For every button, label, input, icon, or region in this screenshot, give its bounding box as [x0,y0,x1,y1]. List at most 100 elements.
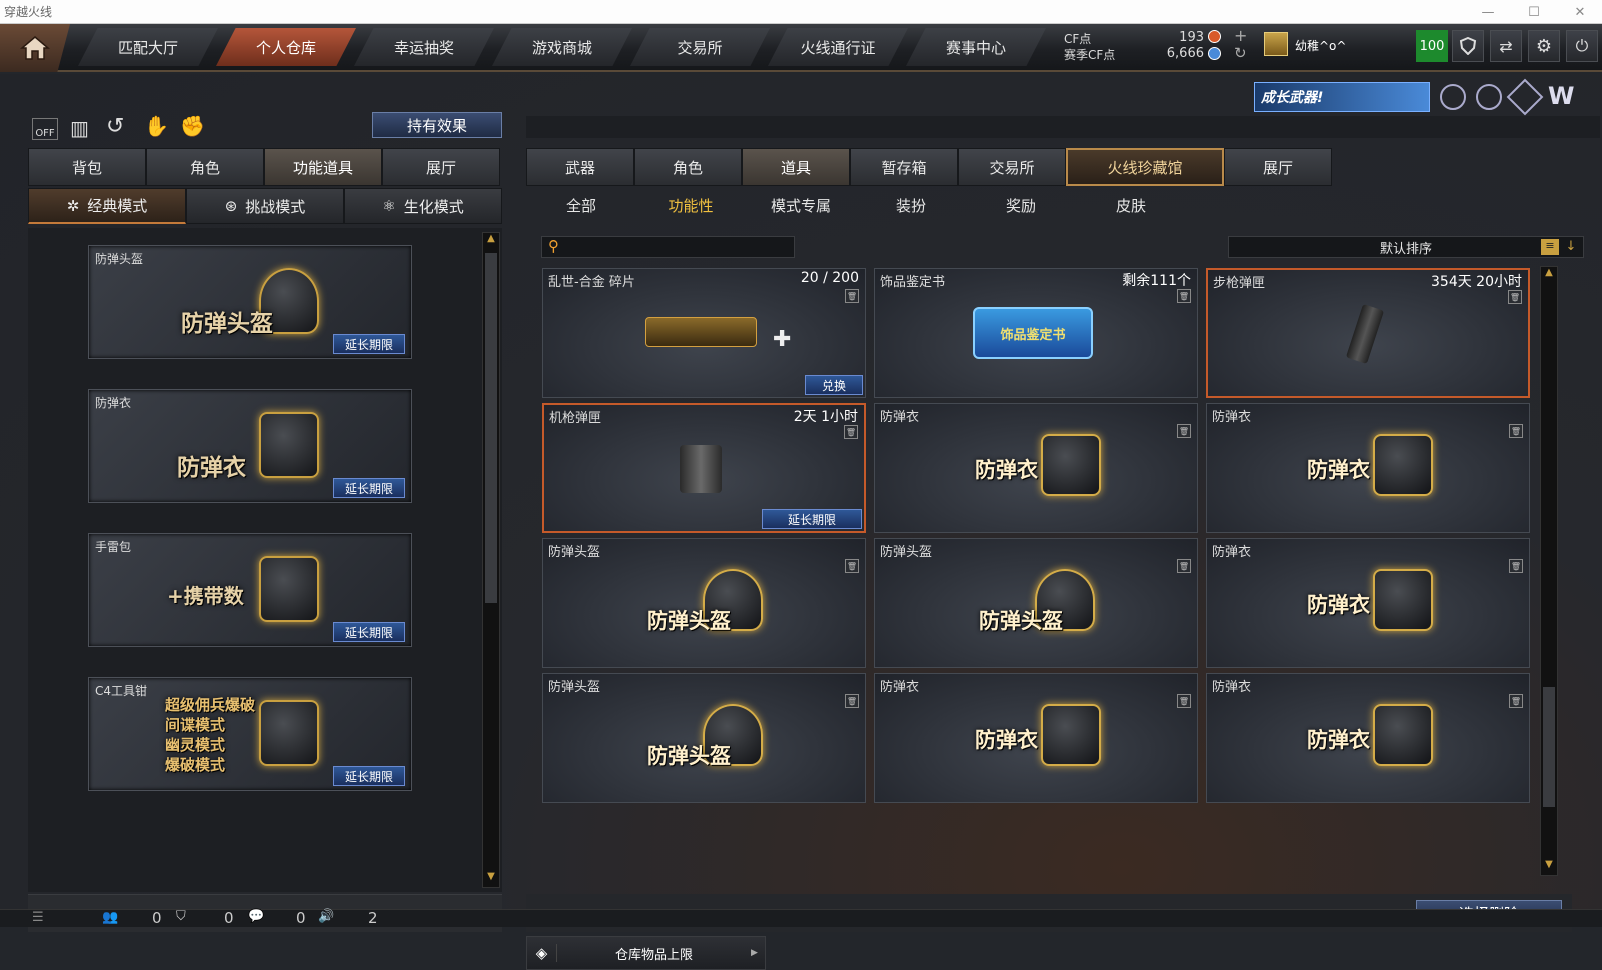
inventory-cell[interactable]: 步枪弹匣 354天 20小时 🗑 [1206,268,1530,398]
nav-tab-3[interactable]: 游戏商城 [492,28,632,66]
inventory-cell[interactable]: 防弹衣 🗑 防弹衣 [874,403,1198,533]
trash-icon[interactable]: 🗑 [845,694,859,708]
toggle-off-icon[interactable]: OFF [32,118,58,140]
minimize-button[interactable]: — [1472,0,1504,24]
right-scrollbar[interactable]: ▲ ▼ [1540,266,1558,876]
shield-status-icon[interactable]: ⛉ [176,909,186,924]
subtab-2[interactable]: 模式专属 [746,195,856,216]
exchange-button[interactable]: 兑换 [805,375,863,395]
left-scrollbar[interactable]: ▲ ▼ [482,232,500,888]
extend-button[interactable]: 延长期限 [333,622,405,642]
star-badge-icon[interactable] [1506,78,1544,116]
hand-icon[interactable]: ✋ [144,114,169,138]
trash-icon[interactable]: 🗑 [844,425,858,439]
search-box[interactable]: ⚲ [541,236,795,258]
nav-tab-0[interactable]: 匹配大厅 [78,28,218,66]
inventory-cell[interactable]: 乱世-合金 碎片 20 / 200 🗑 ✚ 兑换 [542,268,866,398]
left-item-card[interactable]: 防弹头盔 防弹头盔 延长期限 [88,245,412,359]
left-scroll-thumb[interactable] [485,253,497,603]
friends-icon[interactable]: 👥 [102,910,118,925]
power-button[interactable]: ⏻ [1566,30,1598,62]
inventory-cell[interactable]: 防弹头盔 🗑 防弹头盔 [874,538,1198,668]
growth-weapon-banner[interactable]: 成长武器! [1254,82,1430,112]
inventory-cell[interactable]: 防弹衣 🗑 防弹衣 [1206,538,1530,668]
inventory-cell[interactable]: 防弹头盔 🗑 防弹头盔 [542,538,866,668]
refresh-icon[interactable]: ↻ [1234,44,1247,62]
switch-button[interactable]: ⇄ [1490,30,1522,62]
v-badge-icon[interactable] [1440,84,1466,110]
level-badge[interactable]: 100 [1416,30,1448,62]
scroll-down-icon[interactable]: ▼ [1541,859,1557,875]
history-icon[interactable]: ↺ [106,114,124,139]
w-badge-icon[interactable]: W [1548,82,1574,110]
close-button[interactable]: ✕ [1564,0,1596,24]
left-tab-1[interactable]: 角色 [146,148,264,186]
subtab-5[interactable]: 皮肤 [1076,195,1186,216]
right-tab-5[interactable]: 火线珍藏馆 [1066,148,1224,186]
trash-icon[interactable]: 🗑 [1508,290,1522,304]
right-tab-6[interactable]: 展厅 [1224,148,1332,186]
left-item-card[interactable]: 防弹衣 防弹衣 延长期限 [88,389,412,503]
trash-icon[interactable]: 🗑 [1177,559,1191,573]
hold-effect-button[interactable]: 持有效果 [372,112,502,138]
globe-badge-icon[interactable] [1476,84,1502,110]
extend-button[interactable]: 延长期限 [762,509,862,529]
nav-tab-6[interactable]: 赛事中心 [906,28,1046,66]
glove-icon[interactable]: ✊ [180,114,205,138]
nav-tab-1[interactable]: 个人仓库 [216,28,356,66]
trash-icon[interactable]: 🗑 [845,559,859,573]
right-tab-1[interactable]: 角色 [634,148,742,186]
right-tab-4[interactable]: 交易所 [958,148,1066,186]
sort-direction-icon[interactable]: ↓ [1562,239,1580,255]
trash-icon[interactable]: 🗑 [1177,694,1191,708]
mode-button-0[interactable]: ✲ 经典模式 [28,188,186,224]
chat-icon[interactable]: 💬 [248,909,264,924]
extend-button[interactable]: 延长期限 [333,478,405,498]
scroll-down-icon[interactable]: ▼ [483,871,499,887]
subtab-3[interactable]: 装扮 [856,195,966,216]
right-tab-3[interactable]: 暂存箱 [850,148,958,186]
inventory-cell[interactable]: 防弹衣 🗑 防弹衣 [874,673,1198,803]
trash-icon[interactable]: 🗑 [1177,289,1191,303]
scroll-up-icon[interactable]: ▲ [483,233,499,249]
speaker-icon[interactable]: 🔊 [318,909,334,924]
stats-icon[interactable]: ▥ [70,116,89,140]
mode-button-2[interactable]: ⚛ 生化模式 [344,188,502,224]
extend-button[interactable]: 延长期限 [333,334,405,354]
subtab-1[interactable]: 功能性 [636,195,746,216]
right-tab-2[interactable]: 道具 [742,148,850,186]
left-tab-0[interactable]: 背包 [28,148,146,186]
right-scroll-thumb[interactable] [1543,687,1555,807]
nav-tab-4[interactable]: 交易所 [630,28,770,66]
left-item-card[interactable]: C4工具钳 超级佣兵爆破 间谍模式 幽灵模式 爆破模式 延长期限 [88,677,412,791]
left-tab-3[interactable]: 展厅 [382,148,500,186]
search-input[interactable] [568,239,788,255]
sort-dropdown[interactable]: 默认排序 ≡ ↓ [1228,236,1584,258]
right-tab-0[interactable]: 武器 [526,148,634,186]
recharge-plus-icon[interactable]: + [1234,26,1247,45]
subtab-0[interactable]: 全部 [526,195,636,216]
nav-tab-2[interactable]: 幸运抽奖 [354,28,494,66]
inventory-cell[interactable]: 机枪弹匣 2天 1小时 🗑 延长期限 [542,403,866,533]
inventory-cell[interactable]: 饰品鉴定书 剩余111个 🗑 饰品鉴定书 [874,268,1198,398]
inventory-cell[interactable]: 防弹头盔 🗑 防弹头盔 [542,673,866,803]
trash-icon[interactable]: 🗑 [1509,424,1523,438]
subtab-4[interactable]: 奖励 [966,195,1076,216]
menu-list-icon[interactable]: ☰ [32,910,44,925]
maximize-button[interactable]: ☐ [1518,0,1550,24]
user-name[interactable]: 幼稚^o^ [1295,37,1346,54]
inventory-cell[interactable]: 防弹衣 🗑 防弹衣 [1206,403,1530,533]
nav-tab-5[interactable]: 火线通行证 [768,28,908,66]
shield-icon-button[interactable] [1452,30,1484,62]
left-item-card[interactable]: 手雷包 +携带数 延长期限 [88,533,412,647]
list-view-icon[interactable]: ≡ [1541,239,1559,255]
trash-icon[interactable]: 🗑 [1177,424,1191,438]
extend-button[interactable]: 延长期限 [333,766,405,786]
storage-limit-bar[interactable]: ◈ 仓库物品上限 ▶ [526,936,766,970]
trash-icon[interactable]: 🗑 [845,289,859,303]
home-button[interactable] [0,24,70,72]
left-tab-2[interactable]: 功能道具 [264,148,382,186]
inventory-cell[interactable]: 防弹衣 🗑 防弹衣 [1206,673,1530,803]
settings-button[interactable]: ⚙ [1528,30,1560,62]
scroll-up-icon[interactable]: ▲ [1541,267,1557,283]
